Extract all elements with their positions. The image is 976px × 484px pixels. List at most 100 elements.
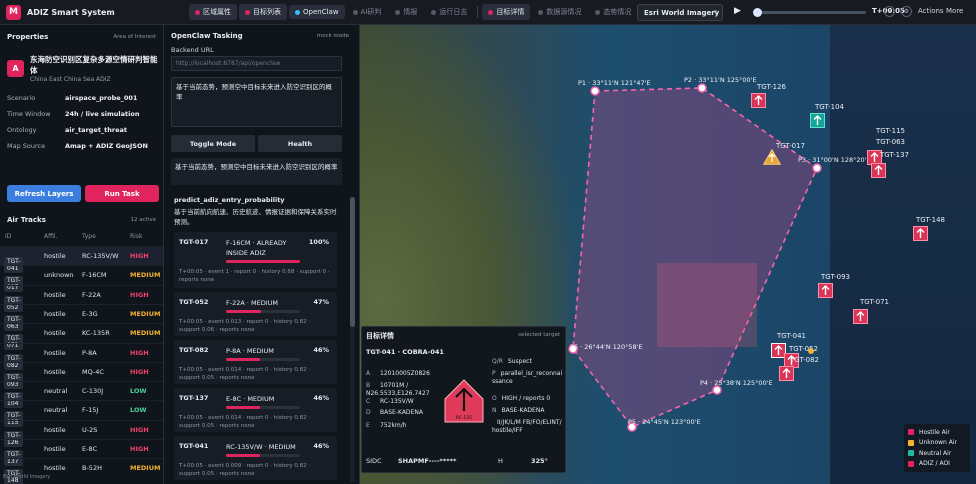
col-header-type: Type	[82, 233, 96, 240]
prediction-card[interactable]: TGT-137 E-8C · MEDIUM 46% T+00:05 · event 0…	[174, 388, 337, 432]
prediction-card[interactable]: TGT-017 F-16CM · ALREADY INSIDE ADIZ 100% T…	[174, 232, 337, 288]
tab-data-source[interactable]: 数据源情况	[532, 4, 587, 20]
unknown-swatch-icon	[908, 439, 914, 446]
map-legend: Hostile Air Unknown Air Neutral Air ADIZ…	[904, 424, 970, 472]
prediction-card[interactable]: TGT-082 P-8A · MEDIUM 46% T+00:05 · event 0…	[174, 340, 337, 384]
detail-field: B 10701M / N26.5533,E126.7427	[366, 382, 430, 397]
table-row[interactable]: TGT-104 neutral C-130J LOW	[0, 381, 163, 409]
card-probability-bar	[226, 406, 300, 409]
track-risk: HIGH	[130, 252, 149, 260]
tasking-scrollbar[interactable]	[350, 197, 355, 482]
table-row[interactable]: TGT-017 unknown F-16CM MEDIUM	[0, 265, 163, 293]
aoi-rectangle[interactable]	[657, 263, 757, 347]
tab-intel[interactable]: 情报	[389, 4, 423, 20]
refresh-layers-button[interactable]: Refresh Layers	[7, 185, 81, 202]
track-affil: hostile	[44, 290, 66, 299]
app-logo: M	[6, 4, 21, 20]
tasking-mode: mock mode	[316, 33, 349, 39]
card-meta: T+00:05 · event 1 · report 0 · history 0…	[179, 269, 330, 283]
table-row[interactable]: TGT-063 hostile E-3G MEDIUM	[0, 303, 163, 331]
play-icon[interactable]: ▶	[734, 6, 741, 16]
app-title: ADIZ Smart System	[27, 7, 115, 17]
target-marker[interactable]	[762, 148, 782, 169]
tab-ai-analysis[interactable]: AI研判	[347, 4, 388, 20]
track-affil: hostile	[44, 329, 66, 338]
backend-url-input[interactable]: http://localhost:8787/api/openclaw	[171, 56, 342, 71]
card-target-id: TGT-082	[179, 346, 209, 354]
svg-text:RC-135: RC-135	[456, 415, 472, 421]
card-target-id: TGT-041	[179, 442, 209, 450]
target-label: TGT-063	[876, 138, 905, 146]
card-probability-fill	[226, 454, 261, 457]
vertex-label-p3: P3 · 31°00'N 128°20'E	[798, 156, 871, 164]
tab-run-log[interactable]: 运行日志	[425, 4, 473, 20]
tab-zone-attributes[interactable]: 区域属性	[189, 4, 237, 20]
track-type: U-2S	[82, 425, 98, 434]
tab-dot-icon	[352, 9, 358, 15]
panel-tabs: 区域属性 目标列表 OpenClaw AI研判 情报 运行日志 目标详情 数据源…	[189, 4, 637, 20]
imagery-select[interactable]: Esri World Imagery ▾	[637, 4, 723, 21]
property-row: Ontology air_target_threat	[7, 126, 128, 134]
tab-dot-icon	[395, 9, 401, 15]
table-row[interactable]: TGT-071 hostile KC-135R MEDIUM	[0, 323, 163, 351]
target-marker[interactable]	[871, 163, 886, 182]
detail-field: II/JK/L/M FB/FO/ELINT/hostile/IFF	[492, 419, 562, 434]
tab-target-detail[interactable]: 目标详情	[482, 4, 531, 20]
track-risk: HIGH	[130, 425, 149, 434]
neutral-swatch-icon	[908, 450, 914, 457]
target-marker[interactable]	[779, 366, 794, 385]
table-row[interactable]: TGT-052 hostile F-22A HIGH	[0, 284, 163, 312]
card-probability-bar	[226, 260, 300, 263]
prediction-card[interactable]: TGT-041 RC-135V/W · MEDIUM 46% T+00:05 · ev…	[174, 436, 337, 480]
health-button[interactable]: Health	[258, 135, 342, 152]
table-row[interactable]: TGT-093 hostile MQ-4C HIGH	[0, 361, 163, 389]
detail-field: C RC-135V/W	[366, 398, 414, 405]
target-label: TGT-041	[777, 332, 806, 340]
timeline-knob[interactable]	[753, 8, 763, 17]
tab-target-list[interactable]: 目标列表	[239, 4, 287, 20]
card-target-id: TGT-017	[179, 238, 209, 246]
target-marker[interactable]	[818, 283, 833, 302]
tab-dot-icon	[595, 9, 601, 15]
target-marker[interactable]	[853, 309, 868, 328]
skip-back-icon[interactable]: ◂	[884, 6, 895, 17]
card-probability: 46%	[313, 346, 329, 354]
toggle-mode-button[interactable]: Toggle Mode	[171, 135, 255, 152]
card-probability: 100%	[308, 238, 329, 246]
tab-dot-icon	[488, 9, 494, 15]
vertex-label-p2: P2 · 33°11'N 125°00'E	[684, 76, 757, 84]
table-row[interactable]: TGT-082 hostile P-8A HIGH	[0, 342, 163, 370]
track-type: F-15J	[82, 406, 99, 415]
prompt-textarea[interactable]: 基于当前态势，预测空中目标未来进入防空识别区的概率	[171, 77, 342, 127]
detail-field: O HIGH / reports 0	[492, 395, 551, 402]
target-marker[interactable]	[751, 93, 766, 112]
backend-url-label: Backend URL	[171, 46, 214, 54]
target-label: TGT-017	[776, 142, 805, 150]
table-row[interactable]: TGT-126 hostile U-2S HIGH	[0, 419, 163, 447]
actions-menu[interactable]: Actions	[918, 7, 944, 15]
selection-dot	[808, 348, 814, 354]
legend-item: Neutral Air	[908, 448, 966, 459]
table-row[interactable]: TGT-041 hostile RC-135V/W HIGH	[0, 246, 163, 273]
track-risk: MEDIUM	[130, 271, 161, 280]
settings-icon[interactable]: ⚙	[901, 6, 912, 17]
target-marker[interactable]	[913, 226, 928, 245]
target-marker[interactable]	[810, 113, 825, 132]
timeline-slider[interactable]	[753, 8, 866, 17]
table-row[interactable]: TGT-115 neutral F-15J LOW	[0, 400, 163, 428]
track-risk: MEDIUM	[130, 329, 161, 338]
track-type: F-16CM	[82, 271, 107, 280]
col-header-affil: Affil.	[44, 233, 58, 240]
hostile-air-icon	[913, 226, 928, 241]
more-menu[interactable]: More	[946, 7, 963, 15]
scrollbar-thumb[interactable]	[350, 197, 355, 327]
detail-field: Pparallel_isr_reconnaissance	[492, 370, 563, 385]
tab-situation[interactable]: 态势情况	[589, 4, 637, 20]
prediction-card[interactable]: TGT-052 F-22A · MEDIUM 47% T+00:05 · event …	[174, 292, 337, 336]
card-description: E-8C · MEDIUM	[226, 395, 275, 403]
vertex-label-p1: P1 · 33°11'N 121°47'E	[578, 79, 651, 87]
table-row[interactable]: TGT-137 hostile E-8C HIGH	[0, 439, 163, 466]
target-label: TGT-115	[876, 127, 905, 135]
run-task-button[interactable]: Run Task	[85, 185, 159, 202]
tab-openclaw[interactable]: OpenClaw	[289, 5, 345, 19]
